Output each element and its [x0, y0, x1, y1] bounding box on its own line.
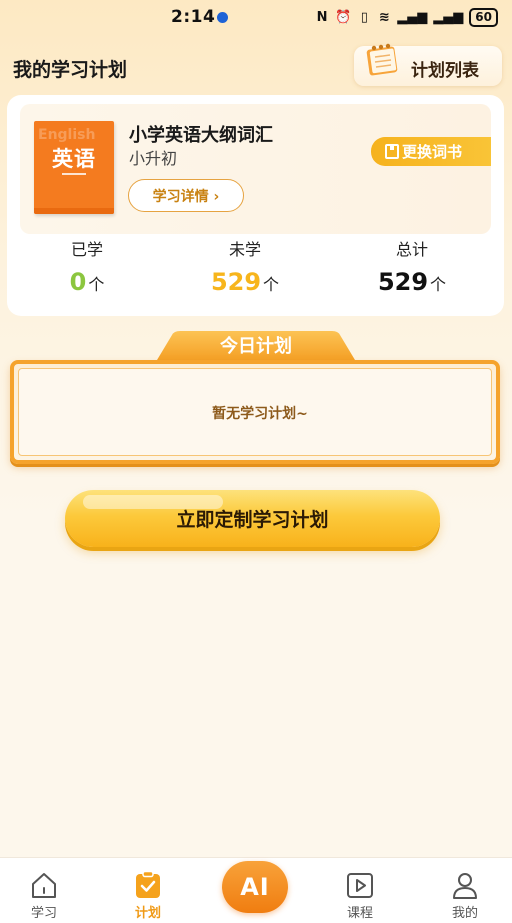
notebook-icon [366, 43, 398, 76]
change-book-button[interactable]: 更换词书 [371, 137, 491, 166]
nav-item-mine[interactable]: 我的 [425, 858, 505, 923]
cover-bottom-bar [34, 208, 114, 214]
stat-unit: 个 [88, 275, 105, 294]
status-time: 2:14 [171, 7, 216, 27]
empty-plan-text: 暂无学习计划~ [212, 406, 308, 422]
play-icon [347, 873, 373, 898]
book-subtitle: 小升初 [129, 149, 178, 168]
battery-icon: 60 [469, 8, 498, 27]
alarm-icon: ⏰ [335, 10, 352, 25]
today-plan-title: 今日计划 [220, 336, 292, 357]
status-bar: 2:14 N ⏰ ▯ ≋ ▂▄▆ ▂▄▆ 60 [0, 0, 512, 36]
stat-learned: 已学 0 个 [17, 236, 157, 296]
today-plan-box: 暂无学习计划~ [10, 360, 500, 464]
today-plan-inner: 暂无学习计划~ [18, 368, 492, 456]
nav-label-study: 学习 [30, 906, 57, 921]
app-notification-icon [217, 12, 228, 23]
customize-plan-button[interactable]: 立即定制学习计划 [65, 490, 440, 547]
stat-total-label: 总计 [395, 240, 428, 259]
signal-4g-icon: ▂▄▆ [397, 10, 428, 25]
stat-unlearned: 未学 529 个 [175, 236, 315, 296]
stat-unit: 个 [430, 275, 447, 294]
change-book-label: 更换词书 [402, 143, 463, 161]
nav-label-course: 课程 [346, 906, 373, 921]
book-title: 小学英语大纲词汇 [129, 125, 273, 146]
book-info: English 英语 小学英语大纲词汇 小升初 学习详情 › 更换词书 [20, 104, 491, 234]
status-icons: N ⏰ ▯ ≋ ▂▄▆ ▂▄▆ 60 [315, 8, 498, 27]
book-cover[interactable]: English 英语 [34, 121, 114, 214]
page-title: 我的学习计划 [13, 59, 128, 81]
cover-ghost-text: English [38, 127, 96, 143]
nav-item-study[interactable]: 学习 [4, 858, 84, 923]
plan-check-icon [136, 870, 160, 898]
ai-icon: AI [240, 873, 270, 901]
customize-plan-label: 立即定制学习计划 [176, 509, 329, 531]
signal-4g-icon: ▂▄▆ [433, 10, 464, 25]
stat-learned-value: 0 [69, 268, 87, 296]
study-detail-button[interactable]: 学习详情 › [128, 179, 244, 212]
home-icon [32, 873, 56, 898]
book-card: English 英语 小学英语大纲词汇 小升初 学习详情 › 更换词书 已学 0… [7, 95, 504, 316]
book-icon [385, 144, 399, 159]
cover-divider [62, 173, 86, 175]
nav-item-plan[interactable]: 计划 [108, 858, 188, 923]
plan-list-button[interactable]: 计划列表 [354, 43, 502, 86]
nav-item-course[interactable]: 课程 [320, 858, 400, 923]
stats-row: 已学 0 个 未学 529 个 总计 529 个 [7, 236, 504, 306]
stat-total-value: 529 [377, 268, 429, 296]
vibrate-icon: ▯ [360, 10, 368, 25]
plan-list-label: 计划列表 [411, 61, 479, 81]
stat-unlearned-value: 529 [210, 268, 262, 296]
stat-total: 总计 529 个 [342, 236, 482, 296]
cover-text: 英语 [52, 147, 96, 171]
stat-unlearned-label: 未学 [228, 240, 261, 259]
nav-label-mine: 我的 [451, 906, 478, 921]
nav-label-plan: 计划 [134, 906, 161, 921]
wifi-icon: ≋ [378, 10, 390, 25]
stat-learned-label: 已学 [70, 240, 103, 259]
nav-item-ai[interactable]: AI [222, 861, 288, 913]
stat-unit: 个 [263, 275, 280, 294]
nfc-icon: N [316, 10, 328, 25]
profile-icon [453, 873, 477, 899]
